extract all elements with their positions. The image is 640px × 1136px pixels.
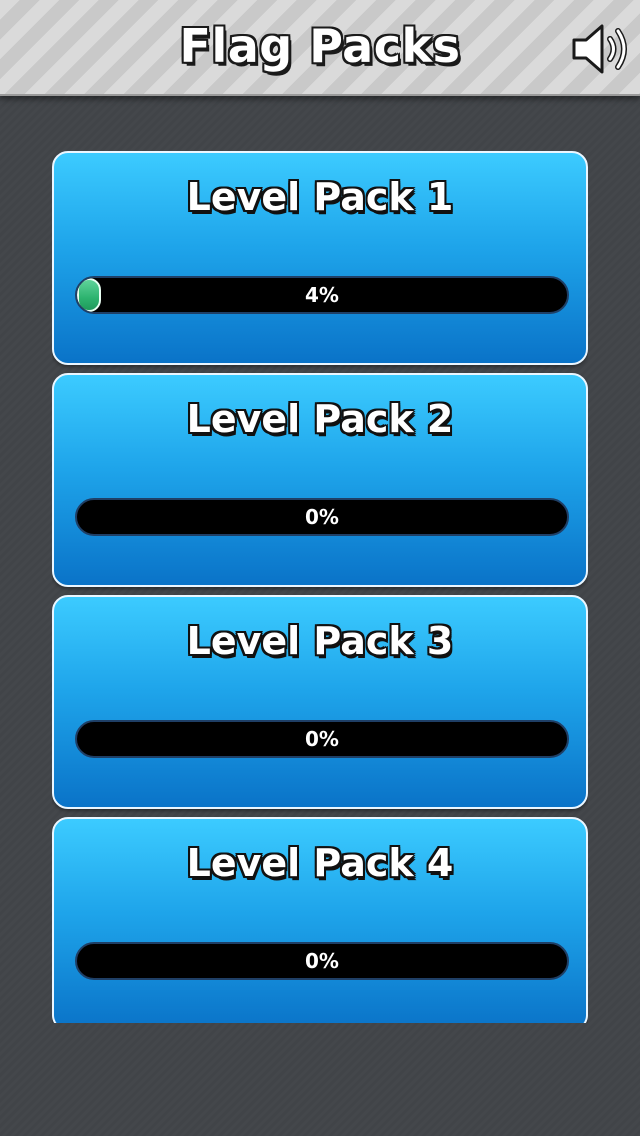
level-pack-title: Level Pack 3: [186, 619, 454, 663]
page-title: Flag Packs: [179, 19, 461, 73]
progress-bar: 0%: [75, 498, 569, 536]
header-bar: Flag Packs: [0, 0, 640, 96]
level-pack-card-3[interactable]: Level Pack 3 0%: [52, 595, 588, 809]
progress-label: 4%: [305, 283, 339, 307]
level-pack-title: Level Pack 1: [186, 175, 454, 219]
sound-toggle-button[interactable]: [568, 22, 634, 76]
speaker-volume-icon: [572, 24, 627, 74]
level-pack-card-4[interactable]: Level Pack 4 0%: [52, 817, 588, 1023]
progress-label: 0%: [305, 727, 339, 751]
progress-label: 0%: [305, 949, 339, 973]
level-pack-card-1[interactable]: Level Pack 1 4%: [52, 151, 588, 365]
level-pack-list: Level Pack 1 4% Level Pack 2 0% Level Pa…: [52, 151, 588, 1023]
progress-bar: 4%: [75, 276, 569, 314]
progress-bar: 0%: [75, 942, 569, 980]
level-pack-card-2[interactable]: Level Pack 2 0%: [52, 373, 588, 587]
level-pack-title: Level Pack 4: [186, 841, 454, 885]
progress-label: 0%: [305, 505, 339, 529]
progress-bar: 0%: [75, 720, 569, 758]
level-pack-title: Level Pack 2: [186, 397, 454, 441]
